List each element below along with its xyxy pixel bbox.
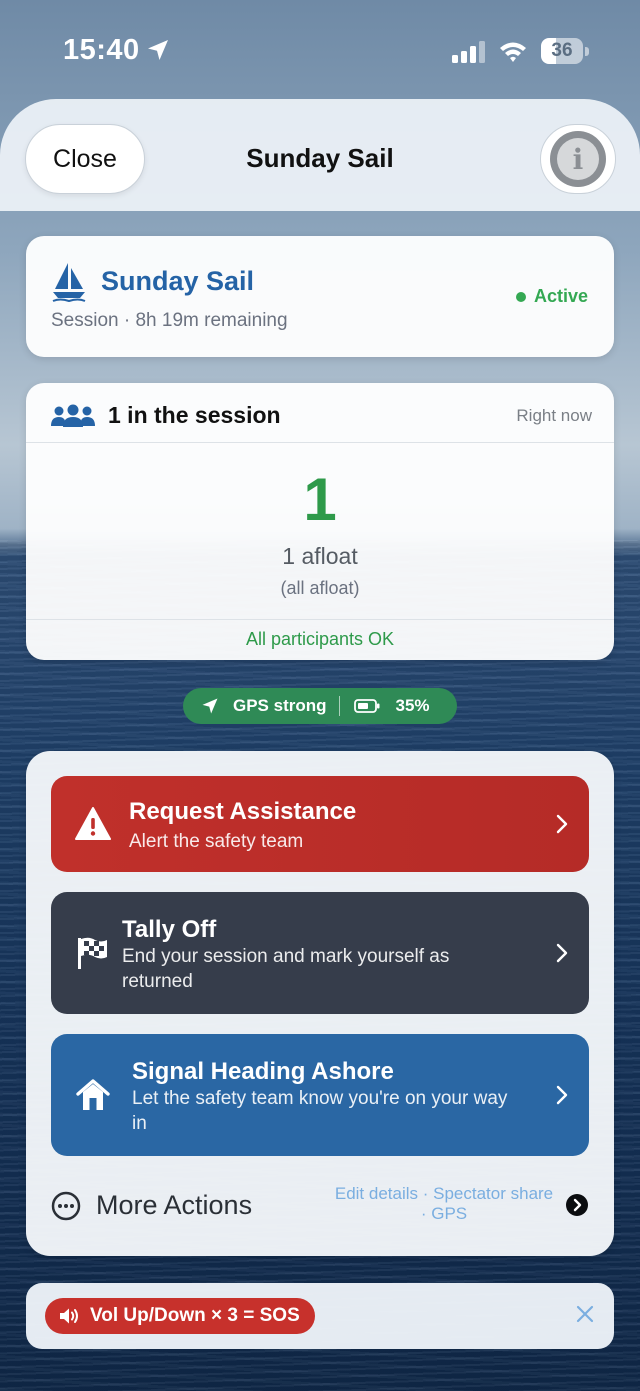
participants-status: All participants OK xyxy=(26,619,614,660)
chevron-right-icon xyxy=(556,943,568,963)
sheet-header: Close Sunday Sail i xyxy=(0,99,640,211)
house-icon xyxy=(76,1079,110,1110)
participants-header: 1 in the session Right now xyxy=(26,383,614,443)
signal-heading-ashore-button[interactable]: Signal Heading Ashore Let the safety tea… xyxy=(51,1034,589,1156)
battery-level: 36 xyxy=(551,40,573,61)
info-icon: i xyxy=(550,131,606,187)
battery-icon xyxy=(353,699,380,713)
chevron-right-circle-icon[interactable] xyxy=(565,1193,589,1217)
tally-off-subtitle: End your session and mark yourself as re… xyxy=(122,946,450,992)
session-name: Sunday Sail xyxy=(101,266,255,296)
participant-count: 1 xyxy=(303,466,337,533)
request-assistance-subtitle: Alert the safety team xyxy=(129,831,304,852)
wifi-icon xyxy=(500,42,526,62)
session-card: Sunday Sail Session · 8h 19m remaining A… xyxy=(26,236,614,357)
warning-triangle-icon xyxy=(75,807,111,840)
session-remaining: Session · 8h 19m remaining xyxy=(51,310,288,331)
more-actions-links[interactable]: Edit details · Spectator share · GPS xyxy=(331,1184,557,1224)
cellular-signal-icon xyxy=(452,41,485,63)
tally-off-title: Tally Off xyxy=(122,916,217,943)
divider xyxy=(338,696,340,716)
actions-card: Request Assistance Alert the safety team… xyxy=(26,751,614,1256)
status-dot-icon xyxy=(515,291,526,302)
tally-off-button[interactable]: Tally Off End your session and mark your… xyxy=(51,892,589,1014)
location-arrow-icon xyxy=(148,40,168,60)
participants-updated: Right now xyxy=(516,406,592,425)
sailboat-icon xyxy=(52,263,86,302)
chevron-right-icon xyxy=(556,814,568,834)
location-arrow-icon xyxy=(202,698,218,714)
gps-label: GPS strong xyxy=(233,696,327,715)
afloat-count: 1 afloat xyxy=(282,543,358,569)
info-button[interactable]: i xyxy=(540,124,616,194)
afloat-summary: (all afloat) xyxy=(280,578,360,598)
close-icon[interactable] xyxy=(576,1305,594,1323)
participants-card: 1 in the session Right now 1 1 afloat (a… xyxy=(26,383,614,660)
speaker-icon xyxy=(60,1308,78,1324)
status-time: 15:40 xyxy=(63,34,140,66)
checkered-flag-icon xyxy=(78,937,107,969)
gps-status-pill: GPS strong 35% xyxy=(183,688,457,724)
more-actions-label: More Actions xyxy=(96,1190,253,1220)
status-bar: 15:40 36 xyxy=(0,0,640,100)
signal-heading-ashore-subtitle: Let the safety team know you're on your … xyxy=(132,1088,508,1134)
signal-heading-ashore-title: Signal Heading Ashore xyxy=(132,1058,394,1085)
request-assistance-button[interactable]: Request Assistance Alert the safety team xyxy=(51,776,589,872)
people-icon xyxy=(51,404,95,427)
sos-hint-label: Vol Up/Down × 3 = SOS xyxy=(90,1305,300,1326)
participants-title: 1 in the session xyxy=(108,402,281,428)
request-assistance-title: Request Assistance xyxy=(129,798,357,825)
ellipsis-circle-icon xyxy=(51,1191,81,1221)
status-badge: Active xyxy=(515,286,588,307)
device-battery: 35% xyxy=(395,696,430,715)
sos-hint-banner: Vol Up/Down × 3 = SOS xyxy=(26,1283,614,1349)
battery-icon: 36 xyxy=(541,38,589,64)
chevron-right-icon xyxy=(556,1085,568,1105)
sos-hint-pill: Vol Up/Down × 3 = SOS xyxy=(45,1298,315,1334)
more-actions-row[interactable]: More Actions Edit details · Spectator sh… xyxy=(51,1176,589,1236)
status-label: Active xyxy=(533,286,588,306)
